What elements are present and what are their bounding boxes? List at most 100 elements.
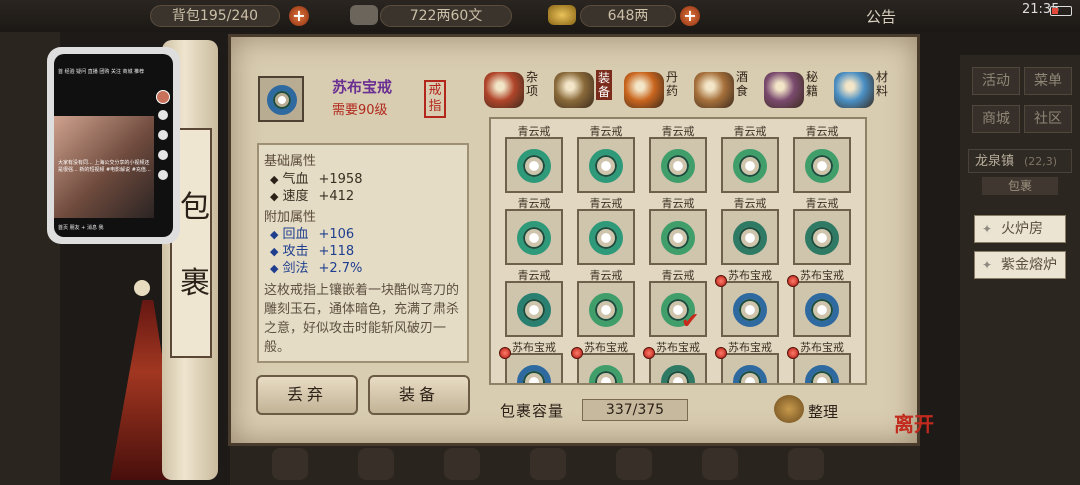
inventory-slot[interactable] [649,137,707,193]
inventory-slot[interactable] [577,353,635,383]
tab-sword[interactable]: 装备 [554,70,624,108]
seal-char-1: 戒 [428,83,442,98]
ring-icon [267,85,297,115]
dock-icon[interactable] [702,448,738,480]
inventory-slot[interactable] [721,209,779,265]
dock-icon[interactable] [616,448,652,480]
stat-value: +412 [318,189,355,204]
inventory-slot[interactable] [721,137,779,193]
tab-pill[interactable]: 丹药 [624,70,694,108]
inventory-slot[interactable] [505,281,563,337]
tab-jar[interactable]: 杂项 [484,70,554,108]
base-attributes-title: 基础属性 [264,154,317,169]
inventory-slot[interactable] [505,353,563,383]
inventory-slot[interactable] [793,209,851,265]
dock-icon[interactable] [530,448,566,480]
item-grid: 青云戒 青云戒 青云戒 青云戒 青云戒 青云戒 青云戒 青云戒 青云戒 青云戒 青云戒 青云戒 青云戒 ✔… [489,117,867,385]
sword-icon [554,72,594,108]
dock-icon[interactable] [358,448,394,480]
ring-icon [805,149,839,183]
bag-capacity-display: 背包195/240 [150,5,280,27]
tab-label: 材料 [876,70,889,98]
inventory-slot[interactable] [505,209,563,265]
ring-icon [661,221,695,255]
floating-phone-window[interactable]: 首 经验 疑问 直播 团购 关注 商城 推荐 大家有没有同... 上海公交分享的… [47,47,180,244]
inventory-slot[interactable] [577,137,635,193]
bottom-dock [230,444,920,485]
inventory-slot[interactable] [649,209,707,265]
inventory-slot[interactable]: ✔ [649,281,707,337]
dock-icon[interactable] [272,448,308,480]
tab-label: 丹药 [666,70,679,98]
pill-icon [624,72,664,108]
rarity-gem-icon [715,275,727,287]
tab-book[interactable]: 秘籍 [764,70,834,108]
star-icon[interactable] [158,150,168,160]
share-icon[interactable] [158,170,168,180]
book-icon [764,72,804,108]
ring-icon [517,149,551,183]
town-coords: (22,3) [1024,155,1058,168]
item-requirement: 需要90级 [332,103,388,118]
stat-label: 速度 [282,189,309,204]
item-name: 苏布宝戒 [332,78,393,96]
item-description: 这枚戒指上镶嵌着一块酷似弯刀的雕刻玉石，通体暗色，充满了肃杀之意，好似攻击时能斩… [264,283,460,355]
tab-crystal[interactable]: 材料 [834,70,904,108]
ring-icon [661,149,695,183]
ring-icon [733,221,767,255]
town-location: 龙泉镇 (22,3) [968,149,1072,173]
ring-icon [805,293,839,327]
purple-gold-furnace-button[interactable]: 紫金熔炉 [974,251,1066,279]
stat-line: ◆ 剑法 +2.7% [270,261,363,276]
inventory-slot[interactable] [721,353,779,383]
leave-button[interactable]: 离开 [894,408,934,437]
avatar[interactable] [156,90,170,104]
shop-button[interactable]: 商城 [972,105,1020,133]
seal-char-2: 指 [428,99,442,114]
heart-icon[interactable] [158,110,168,120]
checkmark-icon: ✔ [681,309,700,334]
phone-bottom-nav: 首页 朋友 + 消息 我 [58,225,104,231]
battery-icon [1050,6,1072,16]
inventory-slot[interactable] [649,353,707,383]
recharge-button[interactable]: + [680,6,700,26]
inventory-slot[interactable] [793,353,851,383]
inventory-slot[interactable] [793,281,851,337]
right-side-menu: 活动 菜单 商城 社区 龙泉镇 (22,3) 包裹 火炉房 紫金熔炉 [960,55,1080,485]
tab-wine[interactable]: 酒食 [694,70,764,108]
activity-button[interactable]: 活动 [972,67,1020,95]
stat-value: +2.7% [318,261,363,276]
dock-icon[interactable] [444,448,480,480]
equip-button[interactable]: 装备 [368,375,470,415]
ring-icon [661,365,695,383]
announcement-button[interactable]: 公告 [866,6,896,27]
rarity-gem-icon [571,347,583,359]
money-bag-icon [774,395,804,423]
inventory-slot[interactable] [721,281,779,337]
ring-icon [517,221,551,255]
rarity-gem-icon [715,347,727,359]
ring-icon [517,293,551,327]
bag-expand-button[interactable]: + [289,6,309,26]
selected-item-icon [258,76,304,122]
dock-icon[interactable] [788,448,824,480]
furnace-room-button[interactable]: 火炉房 [974,215,1066,243]
inventory-slot[interactable] [577,281,635,337]
coin-icon [350,5,378,25]
capacity-value: 337/375 [582,399,688,421]
menu-button[interactable]: 菜单 [1024,67,1072,95]
item-type-seal: 戒 指 [424,80,446,118]
bead-decoration [134,280,150,296]
discard-button[interactable]: 丢弃 [256,375,358,415]
money-liang-display: 648两 [580,5,676,27]
inventory-slot[interactable] [793,137,851,193]
top-status-bar: 背包195/240 + 722两60文 648两 + 公告 21:35 [0,0,1080,32]
inventory-slot[interactable] [577,209,635,265]
stat-label: 剑法 [282,261,309,276]
town-sub-label: 包裹 [982,177,1058,195]
comment-icon[interactable] [158,130,168,140]
sort-button[interactable]: 整理 [808,401,838,422]
money-wen-display: 722两60文 [380,5,512,27]
inventory-slot[interactable] [505,137,563,193]
community-button[interactable]: 社区 [1024,105,1072,133]
